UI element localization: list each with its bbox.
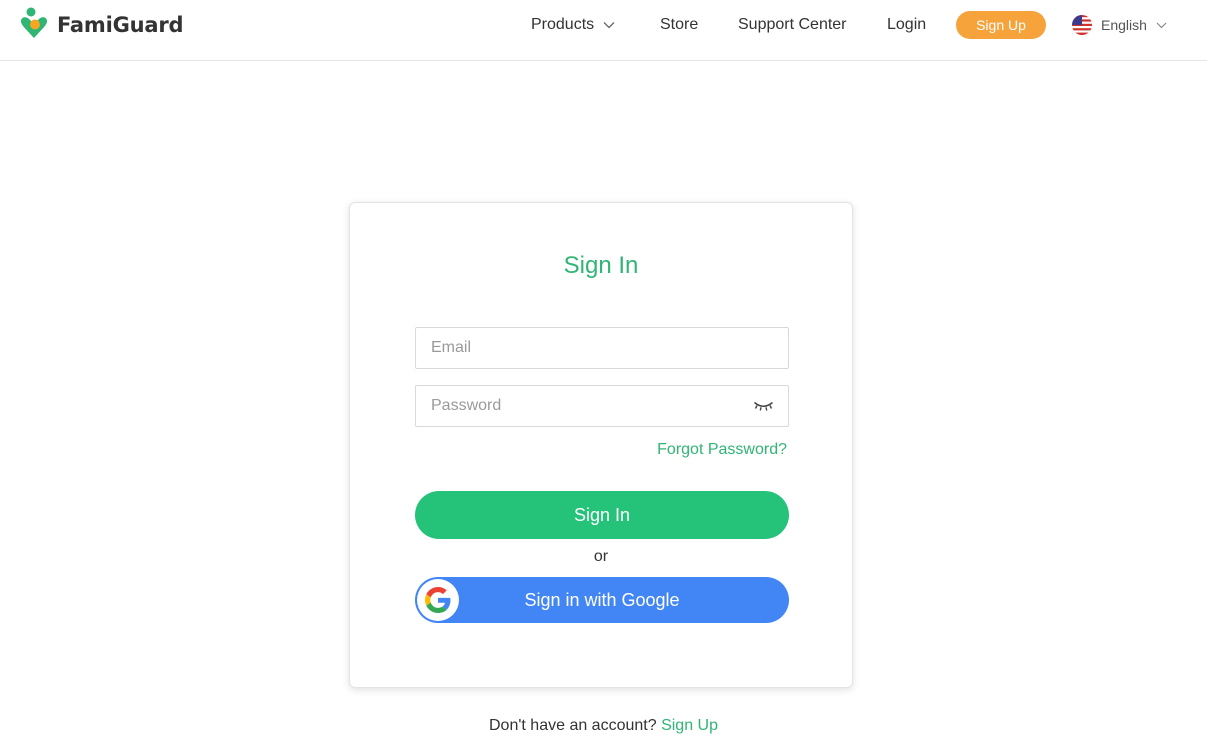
famiguard-logo[interactable]: FamiGuard <box>18 7 184 43</box>
google-signin-label: Sign in with Google <box>524 589 680 610</box>
email-field[interactable] <box>415 327 789 369</box>
forgot-password-link[interactable]: Forgot Password? <box>657 441 787 459</box>
language-label: English <box>1101 17 1147 33</box>
signup-prompt-text: Don't have an account? <box>489 717 657 734</box>
nav-products-label: Products <box>531 16 595 33</box>
nav-store[interactable]: Store <box>660 15 698 35</box>
top-navigation-bar: FamiGuard Products Store Support Center … <box>0 0 1207 61</box>
chevron-down-icon <box>1156 22 1167 28</box>
signin-title: Sign In <box>563 252 639 279</box>
nav-support-center[interactable]: Support Center <box>738 15 847 35</box>
signin-card: Sign In Forgot Password? Sign In or Sign… <box>349 202 853 688</box>
nav-products[interactable]: Products <box>531 15 615 35</box>
famiguard-logo-icon <box>21 7 47 38</box>
us-flag-icon <box>1072 15 1092 35</box>
header-signup-button[interactable]: Sign Up <box>956 11 1046 39</box>
email-input[interactable] <box>416 328 731 368</box>
password-input[interactable] <box>416 386 731 426</box>
language-selector[interactable]: English <box>1072 15 1167 35</box>
google-signin-button[interactable]: Sign in with Google <box>415 577 789 623</box>
google-badge <box>417 579 459 621</box>
signup-prompt: Don't have an account? Sign Up <box>0 717 1207 735</box>
chevron-down-icon <box>603 22 615 29</box>
signin-button[interactable]: Sign In <box>415 491 789 539</box>
footer-signup-link[interactable]: Sign Up <box>661 717 718 734</box>
or-divider-text: or <box>593 548 609 565</box>
google-g-icon <box>425 587 451 613</box>
eye-closed-icon[interactable] <box>753 399 774 413</box>
nav-login[interactable]: Login <box>887 15 926 35</box>
logo-text: FamiGuard <box>57 13 184 37</box>
password-field[interactable] <box>415 385 789 427</box>
